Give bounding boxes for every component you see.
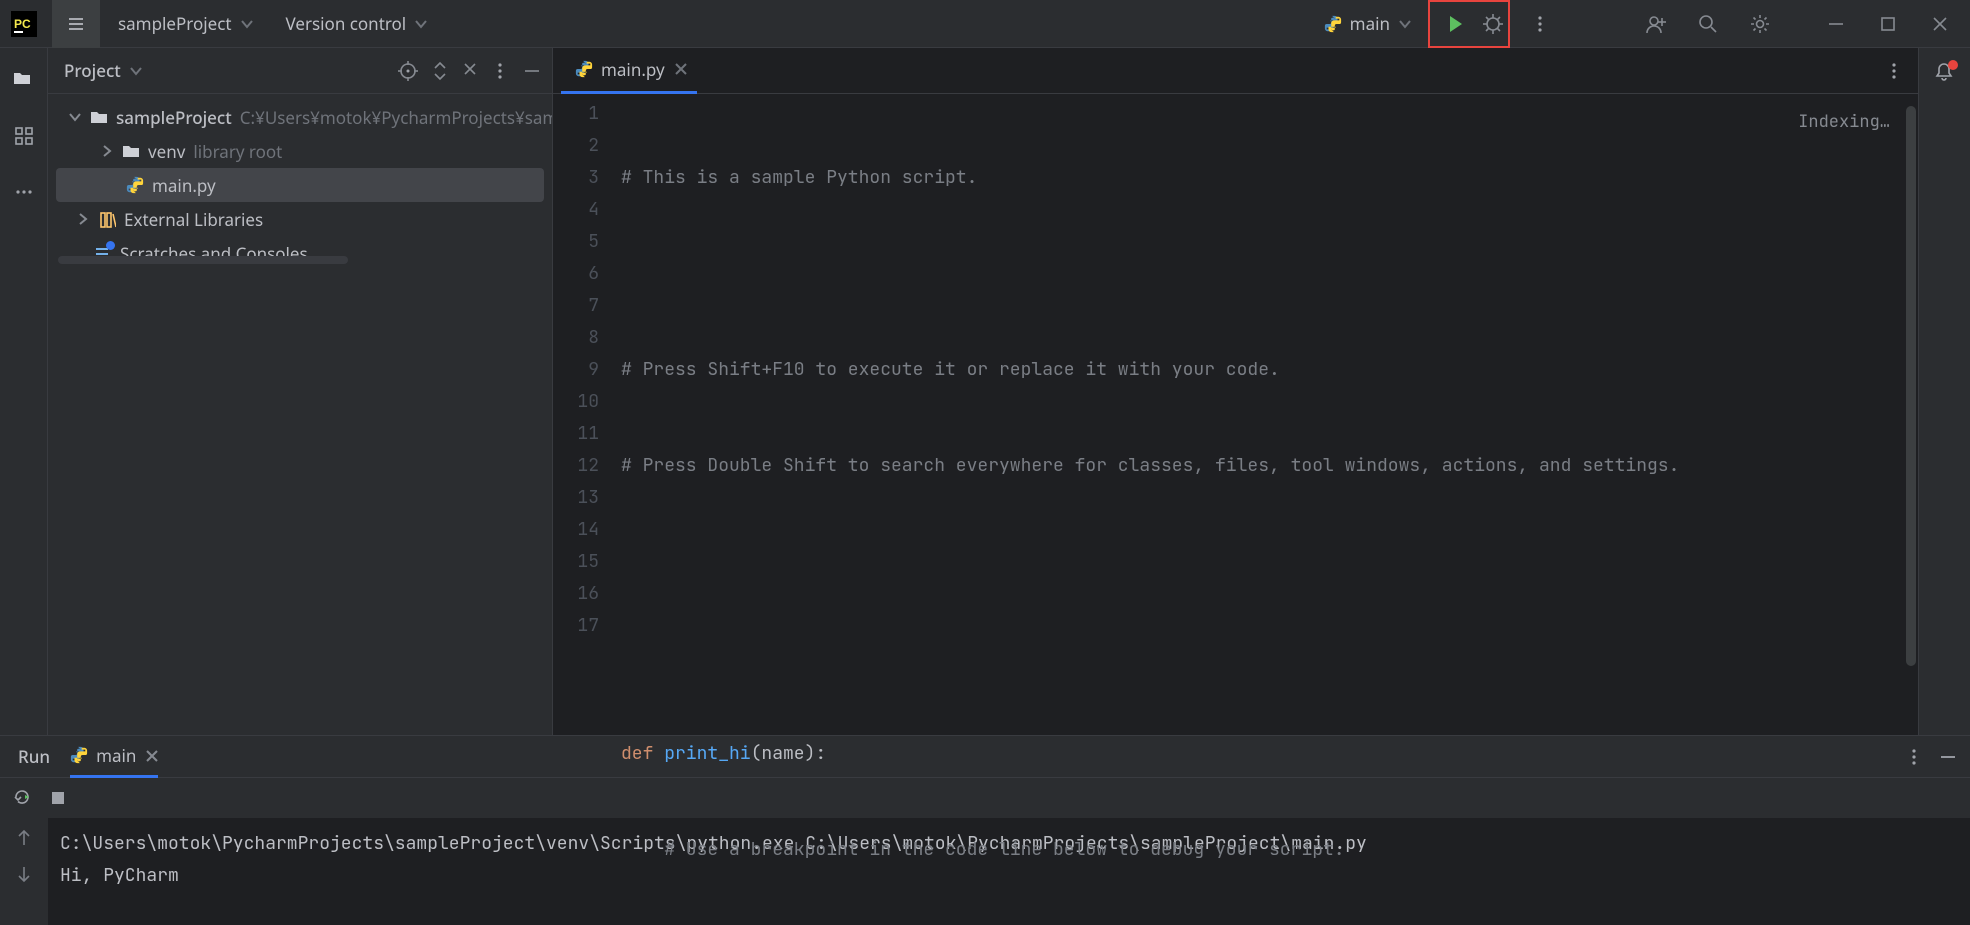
project-panel: Project sampleProject C:¥Users¥motok¥Pyc… [48, 48, 553, 735]
chevron-down-icon [1398, 17, 1412, 31]
run-configuration-dropdown[interactable]: main [1314, 8, 1422, 39]
run-tab-run[interactable]: Run [18, 736, 50, 778]
notifications-button[interactable] [1934, 62, 1956, 84]
left-tool-rail [0, 48, 48, 735]
tree-venv-note: library root [193, 140, 282, 163]
hide-run-button[interactable] [1938, 747, 1958, 767]
annotation-highlight [1428, 0, 1510, 48]
tree-external-libraries-label: External Libraries [124, 208, 263, 231]
project-panel-title-label: Project [64, 59, 121, 82]
project-horizontal-scrollbar[interactable] [58, 256, 348, 264]
settings-button[interactable] [1738, 4, 1782, 44]
tree-root[interactable]: sampleProject C:¥Users¥motok¥PycharmProj… [48, 100, 552, 134]
rerun-button[interactable] [12, 787, 34, 809]
tree-external-libraries[interactable]: External Libraries [48, 202, 552, 236]
editor-vertical-scrollbar[interactable] [1906, 106, 1916, 666]
close-tab-button[interactable] [144, 748, 158, 762]
run-side-rail [0, 818, 48, 925]
panel-options-button[interactable] [490, 61, 510, 81]
notification-dot [1948, 60, 1958, 70]
project-panel-title-dropdown[interactable]: Project [64, 59, 143, 82]
expand-collapse-button[interactable] [430, 61, 450, 81]
indexing-status: Indexing… [1798, 106, 1890, 138]
chevron-right-icon[interactable] [100, 144, 114, 158]
run-button[interactable] [1434, 4, 1478, 44]
code-editor[interactable]: Indexing… 1 2 3 4 5 6 7 8 9 10 11 12 13 … [553, 94, 1918, 925]
more-tools-button[interactable] [6, 174, 42, 210]
svg-text:PC: PC [14, 17, 31, 31]
chevron-down-icon[interactable] [68, 110, 82, 124]
editor-tab-main[interactable]: main.py [561, 48, 697, 94]
project-panel-header: Project [48, 48, 552, 94]
vcs-label: Version control [286, 12, 407, 35]
folder-icon [122, 143, 140, 159]
chevron-right-icon[interactable] [76, 212, 90, 226]
window-maximize-button[interactable] [1866, 4, 1910, 44]
library-icon [98, 210, 116, 228]
stop-button[interactable] [48, 788, 68, 808]
code-content[interactable]: # This is a sample Python script. # Pres… [613, 94, 1918, 925]
window-close-button[interactable] [1918, 4, 1962, 44]
debug-button[interactable] [1482, 4, 1504, 44]
more-actions-button[interactable] [1518, 4, 1562, 44]
run-tab-main[interactable]: main [70, 736, 158, 778]
tree-venv-label: venv [148, 140, 185, 163]
scroll-up-button[interactable] [14, 828, 34, 848]
chevron-down-icon [129, 64, 143, 78]
editor: main.py Indexing… 1 2 3 4 5 6 7 8 9 10 1… [553, 48, 1918, 735]
gutter-line-numbers: 1 2 3 4 5 6 7 8 9 10 11 12 13 14 15 16 1… [553, 94, 613, 925]
python-icon [1324, 15, 1342, 33]
close-tab-button[interactable] [673, 61, 689, 77]
project-name-label: sampleProject [118, 12, 232, 35]
scroll-down-button[interactable] [14, 864, 34, 884]
titlebar: PC sampleProject Version control main [0, 0, 1970, 48]
close-panel-button[interactable] [462, 61, 478, 81]
structure-tool-button[interactable] [6, 118, 42, 154]
output-line: Hi, PyCharm [60, 864, 179, 887]
window-minimize-button[interactable] [1814, 4, 1858, 44]
run-tab-main-label: main [96, 744, 136, 767]
editor-tabs: main.py [553, 48, 1918, 94]
project-tree[interactable]: sampleProject C:¥Users¥motok¥PycharmProj… [48, 94, 552, 270]
tree-file-main-label: main.py [152, 174, 216, 197]
right-tool-rail [1918, 48, 1970, 735]
code-with-me-button[interactable] [1634, 4, 1678, 44]
folder-icon [90, 109, 108, 125]
tree-root-label: sampleProject [116, 106, 232, 129]
main-menu-button[interactable] [52, 0, 100, 48]
python-icon [126, 176, 144, 194]
run-config-label: main [1350, 12, 1390, 35]
hide-panel-button[interactable] [522, 61, 542, 81]
run-tab-run-label: Run [18, 745, 50, 768]
python-icon [575, 60, 593, 78]
editor-more-button[interactable] [1884, 61, 1904, 81]
vcs-dropdown[interactable]: Version control [272, 6, 443, 42]
tree-venv[interactable]: venv library root [48, 134, 552, 168]
select-opened-file-button[interactable] [398, 61, 418, 81]
search-everywhere-button[interactable] [1686, 4, 1730, 44]
tree-scratches[interactable]: Scratches and Consoles [48, 236, 552, 270]
python-icon [70, 746, 88, 764]
tree-file-main[interactable]: main.py [56, 168, 544, 202]
pycharm-logo: PC [4, 4, 44, 44]
project-dropdown[interactable]: sampleProject [104, 6, 268, 42]
editor-tab-label: main.py [601, 58, 665, 81]
tree-root-path: C:¥Users¥motok¥PycharmProjects¥samp [240, 106, 552, 129]
project-tool-button[interactable] [6, 62, 42, 98]
